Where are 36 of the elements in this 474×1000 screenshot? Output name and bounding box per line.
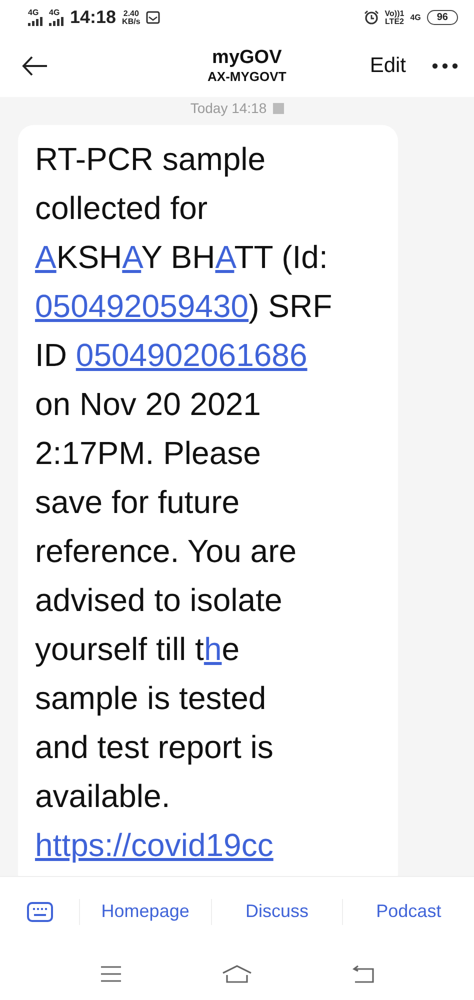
network-label: 4G (410, 14, 421, 22)
back-button[interactable] (20, 54, 50, 78)
message-date: Today 14:18 (190, 100, 267, 116)
menu-item[interactable]: Homepage (80, 898, 212, 924)
return-icon (352, 964, 374, 982)
more-icon (432, 63, 458, 69)
speed-value: 2.40 (123, 10, 139, 18)
menu-icon (100, 964, 122, 982)
sender-id: AX-MYGOVT (208, 69, 286, 85)
message-link[interactable]: A (35, 239, 56, 275)
volte-label: Vo))1 (384, 10, 404, 18)
message-link[interactable]: h (204, 631, 222, 667)
clock-time: 14:18 (70, 7, 116, 28)
message-link[interactable]: A (122, 239, 142, 275)
speed-unit: KB/s (122, 18, 140, 26)
sender-name: myGOV (212, 47, 282, 69)
signal-icon (49, 17, 64, 26)
message-link[interactable]: 0504902061686 (76, 337, 308, 373)
message-link[interactable]: A (215, 239, 234, 275)
signal-icon (28, 17, 43, 26)
battery-level: 96 (436, 12, 448, 23)
mail-icon (146, 11, 160, 24)
message-text: RT-PCR sample collected for AKSHAY BHATT (Id: 050492059430) SRF ID 0504902061686 on Nov 20 2021 2:17PM. Please save for future reference. You are advised to isolate yourself till the sample is tested and test report is available. https://covid19cc (35, 140, 334, 865)
more-button[interactable] (430, 61, 460, 71)
menu-item[interactable]: Discuss (212, 898, 344, 924)
edit-button[interactable]: Edit (370, 54, 406, 78)
network-label: 4G (49, 9, 60, 17)
message-link[interactable]: 050492059430 (35, 288, 249, 324)
menu-item[interactable]: Podcast (343, 898, 474, 924)
network-label: 4G (28, 9, 39, 17)
home-icon (222, 964, 252, 982)
keyboard-icon (26, 902, 52, 922)
back-arrow-icon (22, 56, 48, 76)
lte-label: LTE2 (385, 18, 404, 26)
message-link[interactable]: https://covid19cc (35, 827, 274, 863)
alarm-icon (364, 10, 379, 25)
